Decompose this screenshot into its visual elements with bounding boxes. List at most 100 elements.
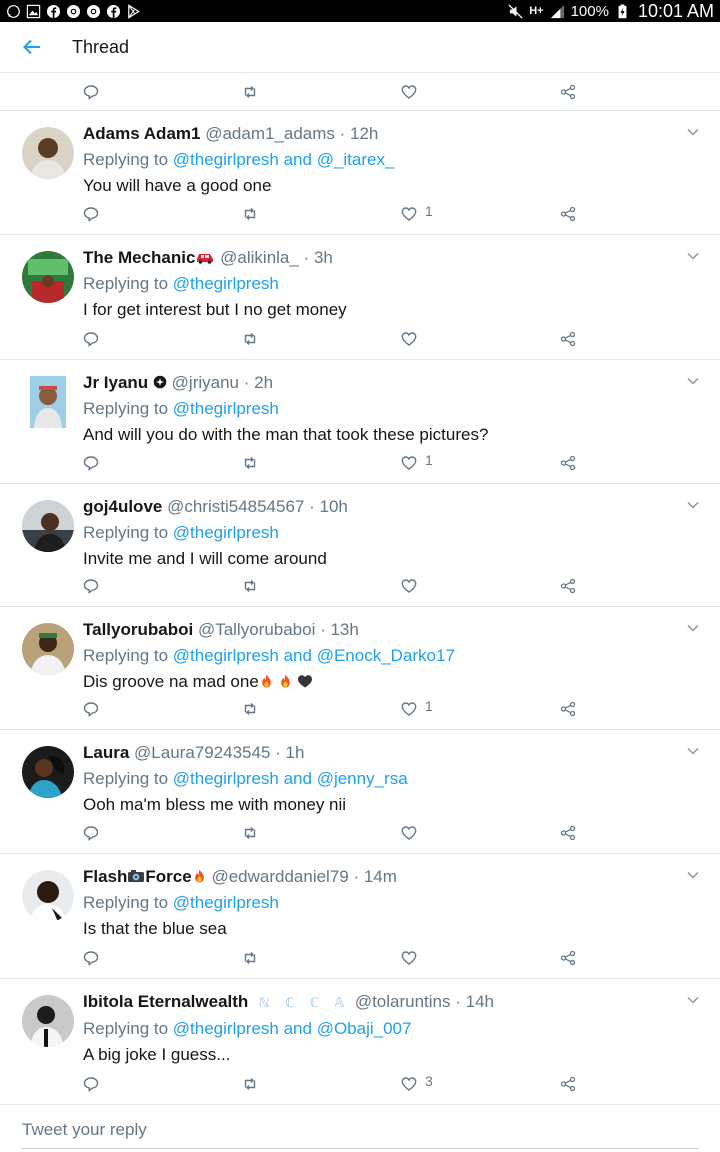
connector: and bbox=[278, 646, 317, 665]
tweet-menu-button[interactable] bbox=[686, 993, 700, 1007]
like-button[interactable]: 1 bbox=[401, 442, 560, 484]
mention-link[interactable]: @thegirlpresh bbox=[173, 150, 279, 169]
share-button[interactable] bbox=[560, 318, 600, 360]
share-button[interactable] bbox=[560, 812, 600, 854]
user-name[interactable]: Ibitola Eternalwealth bbox=[83, 992, 248, 1011]
share-button[interactable] bbox=[560, 71, 600, 113]
avatar[interactable] bbox=[22, 870, 74, 922]
like-button[interactable] bbox=[401, 937, 560, 979]
reply-tweet[interactable]: Adams Adam1 @adam1_adams · 12h Replying … bbox=[0, 111, 720, 235]
mute-icon bbox=[508, 3, 523, 19]
mention-link[interactable]: @Obaji_007 bbox=[317, 1019, 412, 1038]
reply-button[interactable] bbox=[83, 812, 242, 854]
avatar[interactable] bbox=[22, 995, 74, 1047]
user-name[interactable]: Laura bbox=[83, 743, 129, 762]
reply-button[interactable] bbox=[83, 937, 242, 979]
user-name[interactable]: Adams Adam1 bbox=[83, 124, 200, 143]
reply-button[interactable] bbox=[83, 71, 242, 113]
like-button[interactable] bbox=[401, 565, 560, 607]
share-button[interactable] bbox=[560, 688, 600, 730]
retweet-button[interactable] bbox=[242, 1063, 401, 1105]
tweet-header: Ibitola Eternalwealth ℕ ℂ ℂ 𝔸 @tolarunti… bbox=[83, 991, 680, 1014]
retweet-icon bbox=[244, 952, 256, 964]
like-button[interactable]: 1 bbox=[401, 688, 560, 730]
mention-link[interactable]: @thegirlpresh bbox=[173, 646, 279, 665]
user-name[interactable]: Tallyorubaboi bbox=[83, 620, 193, 639]
retweet-button[interactable] bbox=[242, 193, 401, 235]
mention-link[interactable]: @jenny_rsa bbox=[317, 769, 408, 788]
facebook-icon bbox=[106, 4, 121, 19]
reply-tweet[interactable]: Flash Force @edwarddaniel79 · 14m Replyin… bbox=[0, 854, 720, 979]
retweet-button[interactable] bbox=[242, 565, 401, 607]
reply-button[interactable] bbox=[83, 1063, 242, 1105]
mention-link[interactable]: @thegirlpresh bbox=[173, 399, 279, 418]
tweet-menu-button[interactable] bbox=[686, 621, 700, 635]
tweet-menu-button[interactable] bbox=[686, 498, 700, 512]
like-button[interactable] bbox=[401, 812, 560, 854]
mention-link[interactable]: @Enock_Darko17 bbox=[317, 646, 455, 665]
user-name[interactable]: The Mechanic bbox=[83, 248, 195, 267]
tweet-content: goj4ulove @christi54854567 · 10h Replyin… bbox=[83, 496, 680, 571]
user-name[interactable]: Jr Iyanu bbox=[83, 373, 148, 392]
tweet-menu-button[interactable] bbox=[686, 744, 700, 758]
share-button[interactable] bbox=[560, 1063, 600, 1105]
reply-button[interactable] bbox=[83, 193, 242, 235]
tweet-content: The Mechanic @alikinla_ · 3h Replying to… bbox=[83, 247, 680, 322]
previous-tweet-actions bbox=[0, 73, 720, 111]
share-button[interactable] bbox=[560, 193, 600, 235]
user-name-part[interactable]: Flash bbox=[83, 867, 127, 886]
retweet-icon bbox=[244, 703, 256, 715]
reply-tweet[interactable]: The Mechanic @alikinla_ · 3h Replying to… bbox=[0, 235, 720, 360]
connector: and bbox=[278, 150, 317, 169]
reply-button[interactable] bbox=[83, 565, 242, 607]
reply-tweet[interactable]: Jr Iyanu @jriyanu · 2h Replying to @theg… bbox=[0, 360, 720, 484]
mention-link[interactable]: @thegirlpresh bbox=[173, 1019, 279, 1038]
user-name[interactable]: goj4ulove bbox=[83, 497, 162, 516]
avatar[interactable] bbox=[22, 623, 74, 675]
tweet-menu-button[interactable] bbox=[686, 868, 700, 882]
reply-tweet[interactable]: goj4ulove @christi54854567 · 10h Replyin… bbox=[0, 484, 720, 607]
heart-icon bbox=[401, 826, 417, 840]
reply-tweet[interactable]: Laura @Laura79243545 · 1h Replying to @t… bbox=[0, 730, 720, 854]
mention-link[interactable]: @thegirlpresh bbox=[173, 769, 279, 788]
like-count: 1 bbox=[425, 452, 433, 468]
mention-link[interactable]: @thegirlpresh bbox=[173, 274, 279, 293]
avatar[interactable] bbox=[22, 251, 74, 303]
retweet-button[interactable] bbox=[242, 688, 401, 730]
reply-button[interactable] bbox=[83, 688, 242, 730]
like-button[interactable]: 3 bbox=[401, 1063, 560, 1105]
retweet-button[interactable] bbox=[242, 442, 401, 484]
retweet-icon bbox=[244, 457, 256, 469]
reply-button[interactable] bbox=[83, 442, 242, 484]
retweet-button[interactable] bbox=[242, 318, 401, 360]
tweet-menu-button[interactable] bbox=[686, 249, 700, 263]
reply-tweet[interactable]: Ibitola Eternalwealth ℕ ℂ ℂ 𝔸 @tolarunti… bbox=[0, 979, 720, 1104]
mention-link[interactable]: @_itarex_ bbox=[317, 150, 395, 169]
share-button[interactable] bbox=[560, 937, 600, 979]
replying-label: Replying to bbox=[83, 893, 173, 912]
share-button[interactable] bbox=[560, 565, 600, 607]
tweet-menu-button[interactable] bbox=[686, 125, 700, 139]
retweet-button[interactable] bbox=[242, 71, 401, 113]
like-button[interactable]: 1 bbox=[401, 193, 560, 235]
like-button[interactable] bbox=[401, 71, 560, 113]
reply-icon bbox=[83, 826, 99, 841]
tweet-menu-button[interactable] bbox=[686, 374, 700, 388]
retweet-icon bbox=[244, 580, 256, 592]
back-button[interactable] bbox=[0, 22, 64, 73]
retweet-button[interactable] bbox=[242, 937, 401, 979]
reply-button[interactable] bbox=[83, 318, 242, 360]
avatar[interactable] bbox=[22, 127, 74, 179]
avatar[interactable] bbox=[30, 376, 66, 428]
replying-to: Replying to @thegirlpresh and @_itarex_ bbox=[83, 148, 680, 172]
share-button[interactable] bbox=[560, 442, 600, 484]
mention-link[interactable]: @thegirlpresh bbox=[173, 523, 279, 542]
retweet-button[interactable] bbox=[242, 812, 401, 854]
reply-tweet[interactable]: Tallyorubaboi @Tallyorubaboi · 13h Reply… bbox=[0, 607, 720, 730]
like-button[interactable] bbox=[401, 318, 560, 360]
reply-input[interactable] bbox=[22, 1105, 698, 1149]
user-name-part[interactable]: Force bbox=[145, 867, 191, 886]
avatar[interactable] bbox=[22, 500, 74, 552]
avatar[interactable] bbox=[22, 746, 74, 798]
mention-link[interactable]: @thegirlpresh bbox=[173, 893, 279, 912]
